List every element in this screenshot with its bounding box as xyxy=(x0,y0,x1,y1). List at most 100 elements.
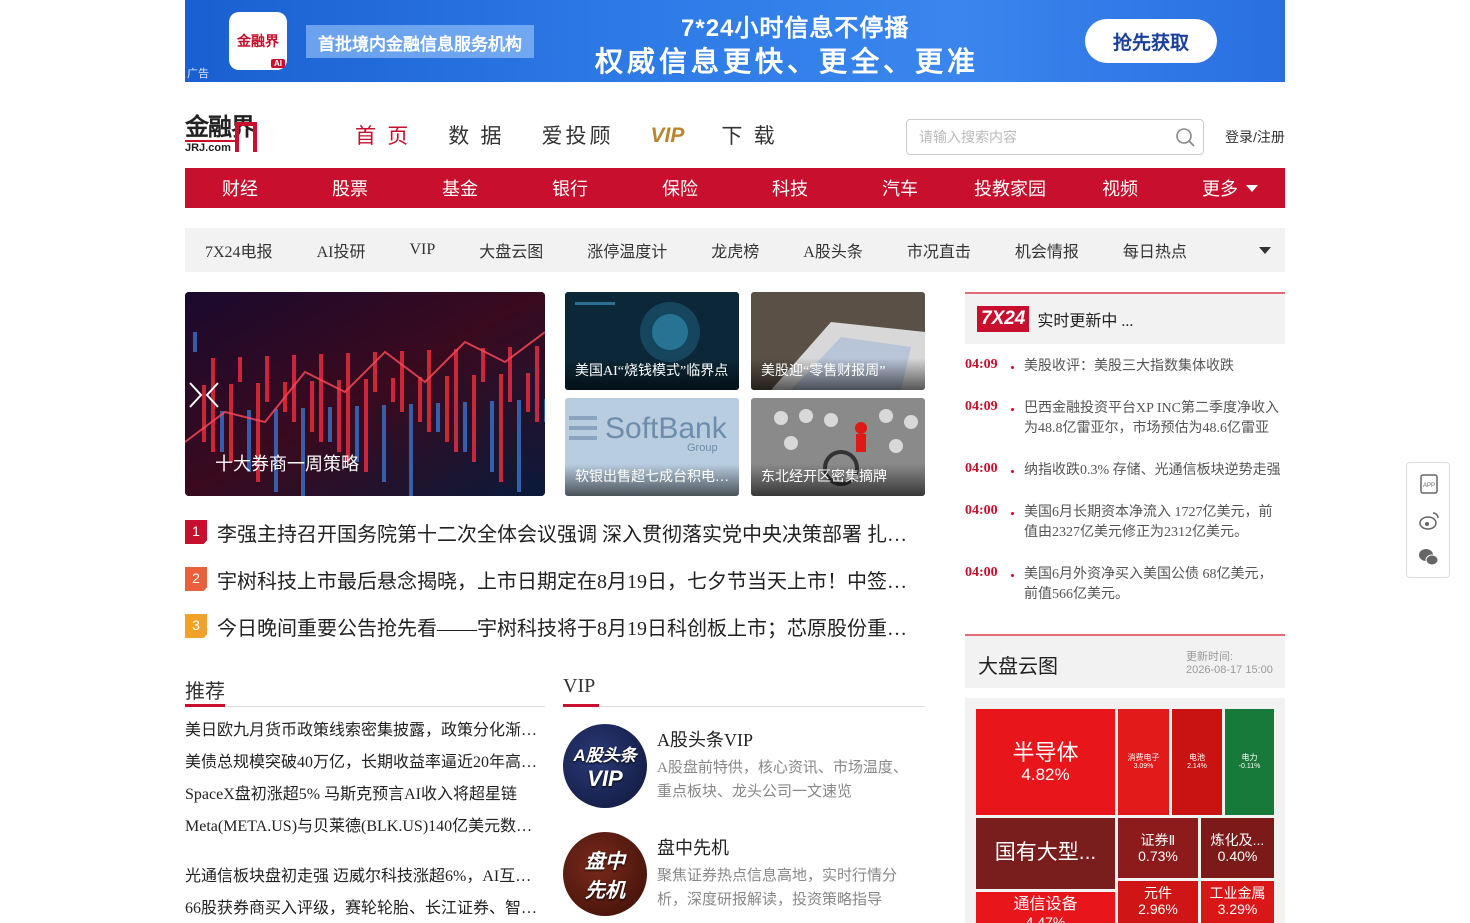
subnav-vip[interactable]: VIP xyxy=(409,241,435,259)
news-text[interactable]: 纳指收跌0.3% 存储、光通信板块逆势走强 xyxy=(1024,461,1286,481)
search-icon[interactable] xyxy=(1175,127,1195,147)
news-item[interactable]: 04:00 美国6月长期资本净流入 1727亿美元，前值由2327亿美元修正为2… xyxy=(965,503,1285,543)
headline-text[interactable]: 李强主持召开国务院第十二次全体会议强调 深入贯彻落实党中央决策部署 扎实做好下半… xyxy=(217,518,925,547)
news-bullet xyxy=(1011,574,1014,577)
heatmap-tile[interactable]: 证券Ⅱ 0.73% xyxy=(1118,818,1198,878)
site-logo-cn: 金融界 xyxy=(185,114,255,141)
headline-rank: 1 xyxy=(185,520,207,544)
channel-bar: 财经 股票 基金 银行 保险 科技 汽车 投教家园 视频 更多 xyxy=(185,168,1285,208)
carousel-prev-icon[interactable] xyxy=(203,380,223,410)
subnav-limit-up[interactable]: 涨停温度计 xyxy=(587,238,667,262)
channel-insurance[interactable]: 保险 xyxy=(625,175,735,201)
thumb-card[interactable]: 美股迎“零售财报周” xyxy=(751,292,925,390)
headline-item[interactable]: 1 李强主持召开国务院第十二次全体会议强调 深入贯彻落实党中央决策部署 扎实做好… xyxy=(185,517,925,547)
subnav-daily-hot[interactable]: 每日热点 xyxy=(1123,238,1187,262)
recommend-item[interactable]: SpaceX盘初涨超5% 马斯克预言AI收入将超星链 xyxy=(185,784,540,806)
main-nav-home[interactable]: 首 页 xyxy=(355,120,411,152)
channel-finance[interactable]: 财经 xyxy=(185,175,295,201)
channel-education[interactable]: 投教家园 xyxy=(955,175,1065,201)
heatmap-tile[interactable]: 工业金属 3.29% xyxy=(1201,881,1274,923)
main-nav-advisor[interactable]: 爱投顾 xyxy=(542,120,614,152)
heatmap-tile[interactable]: 消费电子 3.09% xyxy=(1118,709,1169,815)
site-logo[interactable]: 金融界 JRJ.com xyxy=(185,116,275,156)
recommend-item[interactable]: 66股获券商买入评级，赛轮轮胎、长江证券、智飞生物等居前 xyxy=(185,898,540,920)
recommend-item[interactable]: 美债总规模突破40万亿，长期收益率逼近20年高位风险 xyxy=(185,752,540,774)
vip-underline xyxy=(563,704,599,707)
vip-card[interactable]: 盘中 先机 盘中先机 聚焦证券热点信息高地，实时行情分析，深度研报解读，投资策略… xyxy=(563,832,925,918)
carousel-candle xyxy=(517,400,521,492)
vip-card-avatar: 盘中 先机 xyxy=(563,832,647,916)
search-input[interactable] xyxy=(919,120,1169,154)
hero-carousel[interactable]: 十大券商一周策略 xyxy=(185,292,545,496)
market-map-header[interactable]: 大盘云图 更新时间: 2026-08-17 15:00 xyxy=(965,634,1285,688)
login-register-link[interactable]: 登录/注册 xyxy=(1225,127,1285,147)
vip-card-title[interactable]: A股头条VIP xyxy=(657,726,753,752)
heatmap-tile[interactable]: 国有大型... xyxy=(976,818,1115,889)
main-nav-data[interactable]: 数 据 xyxy=(448,120,504,152)
app-icon[interactable]: APP xyxy=(1418,473,1440,495)
news-item[interactable]: 04:09 巴西金融投资平台XP INC第二季度净收入为48.8亿雷亚尔，市场预… xyxy=(965,399,1285,439)
search-box xyxy=(906,119,1204,155)
news-text[interactable]: 巴西金融投资平台XP INC第二季度净收入为48.8亿雷亚尔，市场预估为48.6… xyxy=(1024,399,1286,439)
heatmap-tile[interactable]: 半导体 4.82% xyxy=(976,709,1115,815)
news-item[interactable]: 04:00 纳指收跌0.3% 存储、光通信板块逆势走强 xyxy=(965,461,1285,481)
weibo-icon[interactable] xyxy=(1418,510,1440,532)
recommend-item[interactable]: Meta(META.US)与贝莱德(BLK.US)140亿美元数据中心合作 xyxy=(185,816,540,838)
carousel-next-icon[interactable] xyxy=(185,380,205,410)
news-724-header[interactable]: 7X24 实时更新中 ... xyxy=(965,292,1285,344)
heatmap-tile[interactable]: 通信设备 4.47% xyxy=(976,892,1115,923)
headline-item[interactable]: 2 宇树科技上市最后悬念揭晓，上市日期定在8月19日，七夕节当天上市！中签率、发… xyxy=(185,564,925,594)
softbank-logo-text: SoftBank xyxy=(605,412,728,445)
carousel-candle xyxy=(400,351,404,412)
subnav-ai-research[interactable]: AI投研 xyxy=(317,238,366,262)
subnav-724[interactable]: 7X24电报 xyxy=(205,238,273,262)
channel-more[interactable]: 更多 xyxy=(1175,175,1285,201)
ad-cta-button[interactable]: 抢先获取 xyxy=(1085,19,1217,63)
wechat-icon[interactable] xyxy=(1418,546,1440,568)
heatmap-tile[interactable]: 炼化及... 0.40% xyxy=(1201,818,1274,878)
channel-stocks[interactable]: 股票 xyxy=(295,175,405,201)
headline-text[interactable]: 宇树科技上市最后悬念揭晓，上市日期定在8月19日，七夕节当天上市！中签率、发行价… xyxy=(217,565,925,594)
ad-banner[interactable]: 金融界 AI 首批境内金融信息服务机构 7*24小时信息不停播 权威信息更快、更… xyxy=(185,0,1285,82)
channel-tech[interactable]: 科技 xyxy=(735,175,845,201)
channel-auto[interactable]: 汽车 xyxy=(845,175,955,201)
subnav-opportunity[interactable]: 机会情报 xyxy=(1015,238,1079,262)
subnav-market-live[interactable]: 市况直击 xyxy=(907,238,971,262)
recommend-title[interactable]: 推荐 xyxy=(185,675,225,704)
headline-item[interactable]: 3 今日晚间重要公告抢先看——宇树科技将于8月19日科创板上市；芯原股份重要股东… xyxy=(185,611,925,641)
main-nav-download[interactable]: 下 载 xyxy=(721,120,777,152)
news-text[interactable]: 美国6月外资净买入美国公债 68亿美元，前值566亿美元。 xyxy=(1024,565,1286,605)
news-time: 04:09 xyxy=(965,357,998,372)
vip-card[interactable]: A股头条 VIP A股头条VIP A股盘前特供，核心资讯、市场温度、重点板块、龙… xyxy=(563,724,925,810)
channel-funds[interactable]: 基金 xyxy=(405,175,515,201)
heatmap-tile[interactable]: 电池 2.14% xyxy=(1172,709,1222,815)
recommend-item[interactable]: 美日欧九月货币政策线索密集披露，政策分化渐行渐近 xyxy=(185,720,540,742)
carousel-candle xyxy=(265,356,269,402)
tile-name: 通信设备 xyxy=(1013,896,1078,913)
ad-label: 广告 xyxy=(187,68,209,80)
news-text[interactable]: 美股收评：美股三大指数集体收跌 xyxy=(1024,357,1286,377)
channel-banks[interactable]: 银行 xyxy=(515,175,625,201)
vip-title[interactable]: VIP xyxy=(563,675,595,698)
subnav-expand-icon[interactable] xyxy=(1259,247,1271,254)
carousel-candle xyxy=(193,332,197,352)
recommend-item[interactable]: 光通信板块盘初走强 迈威尔科技涨超6%，AI互联需求旺盛 xyxy=(185,866,540,888)
subnav-market-map[interactable]: 大盘云图 xyxy=(479,238,543,262)
vip-card-title[interactable]: 盘中先机 xyxy=(657,834,729,860)
headline-text[interactable]: 今日晚间重要公告抢先看——宇树科技将于8月19日科创板上市；芯原股份重要股东拟减… xyxy=(217,612,925,641)
news-item[interactable]: 04:00 美国6月外资净买入美国公债 68亿美元，前值566亿美元。 xyxy=(965,565,1285,605)
news-text[interactable]: 美国6月长期资本净流入 1727亿美元，前值由2327亿美元修正为2312亿美元… xyxy=(1024,503,1286,543)
heatmap-tile[interactable]: 元件 2.96% xyxy=(1118,881,1198,923)
main-nav-vip[interactable]: VIP xyxy=(651,120,685,152)
market-heatmap[interactable]: 半导体 4.82% 消费电子 3.09% 电池 2.14% 电力 -0.11% … xyxy=(965,698,1285,923)
channel-video[interactable]: 视频 xyxy=(1065,175,1175,201)
site-logo-en: JRJ.com xyxy=(185,140,237,155)
subnav-dragon-tiger[interactable]: 龙虎榜 xyxy=(711,238,759,262)
subnav-a-share-headline[interactable]: A股头条 xyxy=(803,238,863,262)
thumb-card[interactable]: SoftBank Group 软银出售超七成台积电持股 xyxy=(565,398,739,496)
news-item[interactable]: 04:09 美股收评：美股三大指数集体收跌 xyxy=(965,357,1285,377)
thumb-card[interactable]: 美国AI“烧钱模式”临界点 xyxy=(565,292,739,390)
heatmap-tile[interactable]: 电力 -0.11% xyxy=(1225,709,1274,815)
thumb-card[interactable]: 东北经开区密集摘牌 xyxy=(751,398,925,496)
tile-value: -0.11% xyxy=(1238,762,1261,770)
